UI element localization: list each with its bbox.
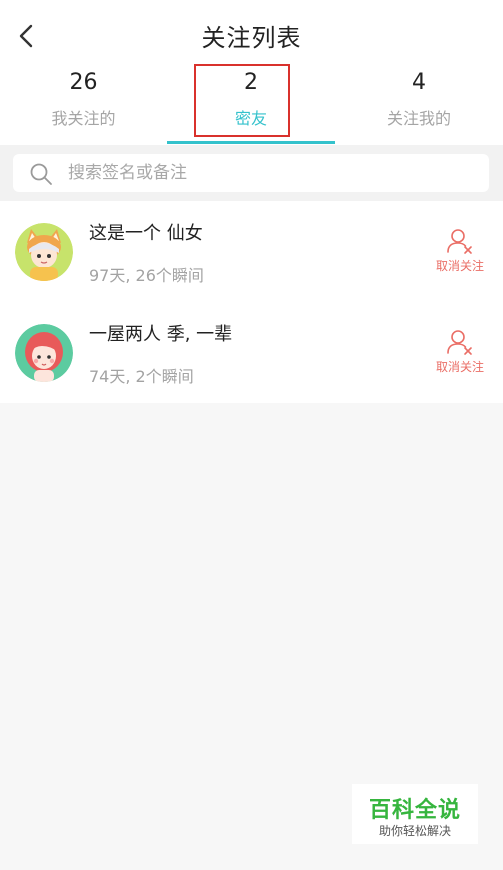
watermark-title: 百科全说 <box>368 798 461 823</box>
search-box[interactable] <box>13 154 489 192</box>
watermark-subtitle: 助你轻松解决 <box>378 824 451 838</box>
unfollow-button[interactable]: 取消关注 <box>428 227 492 279</box>
active-tab-indicator <box>167 141 335 144</box>
tab-following[interactable]: 26 我关注的 <box>0 64 167 144</box>
user-remove-icon <box>447 229 472 254</box>
user-remove-icon <box>447 330 472 355</box>
tab-following-label: 我关注的 <box>51 109 116 128</box>
fox-girl-avatar-icon <box>15 223 73 281</box>
red-hair-girl-avatar-icon <box>15 324 73 382</box>
list-item[interactable]: 一屋两人 季, 一辈 74天, 2个瞬间 取消关注 <box>0 302 503 403</box>
friend-meta: 97天, 26个瞬间 <box>89 266 204 285</box>
page-title: 关注列表 <box>201 24 302 52</box>
app-header: 关注列表 26 我关注的 2 密友 4 关注我的 <box>0 0 503 145</box>
search-input[interactable] <box>68 154 468 192</box>
unfollow-label: 取消关注 <box>435 259 484 273</box>
unfollow-label: 取消关注 <box>435 360 484 374</box>
search-bar <box>0 145 503 201</box>
avatar[interactable] <box>15 324 73 382</box>
search-icon <box>30 163 52 185</box>
tab-followers-count: 4 <box>412 70 426 95</box>
watermark-logo: 百科全说 助你轻松解决 <box>352 784 478 844</box>
avatar[interactable] <box>15 223 73 281</box>
tab-followers[interactable]: 4 关注我的 <box>335 64 503 144</box>
annotation-highlight-box <box>194 64 290 137</box>
friend-list: 这是一个 仙女 97天, 26个瞬间 取消关注 一屋两人 季, 一辈 74天, … <box>0 201 503 403</box>
list-item[interactable]: 这是一个 仙女 97天, 26个瞬间 取消关注 <box>0 201 503 302</box>
friend-meta: 74天, 2个瞬间 <box>89 367 194 386</box>
tab-followers-label: 关注我的 <box>386 109 451 128</box>
unfollow-button[interactable]: 取消关注 <box>428 328 492 380</box>
friend-name: 这是一个 仙女 <box>89 223 203 244</box>
friend-name: 一屋两人 季, 一辈 <box>89 324 233 345</box>
tab-following-count: 26 <box>69 70 98 95</box>
